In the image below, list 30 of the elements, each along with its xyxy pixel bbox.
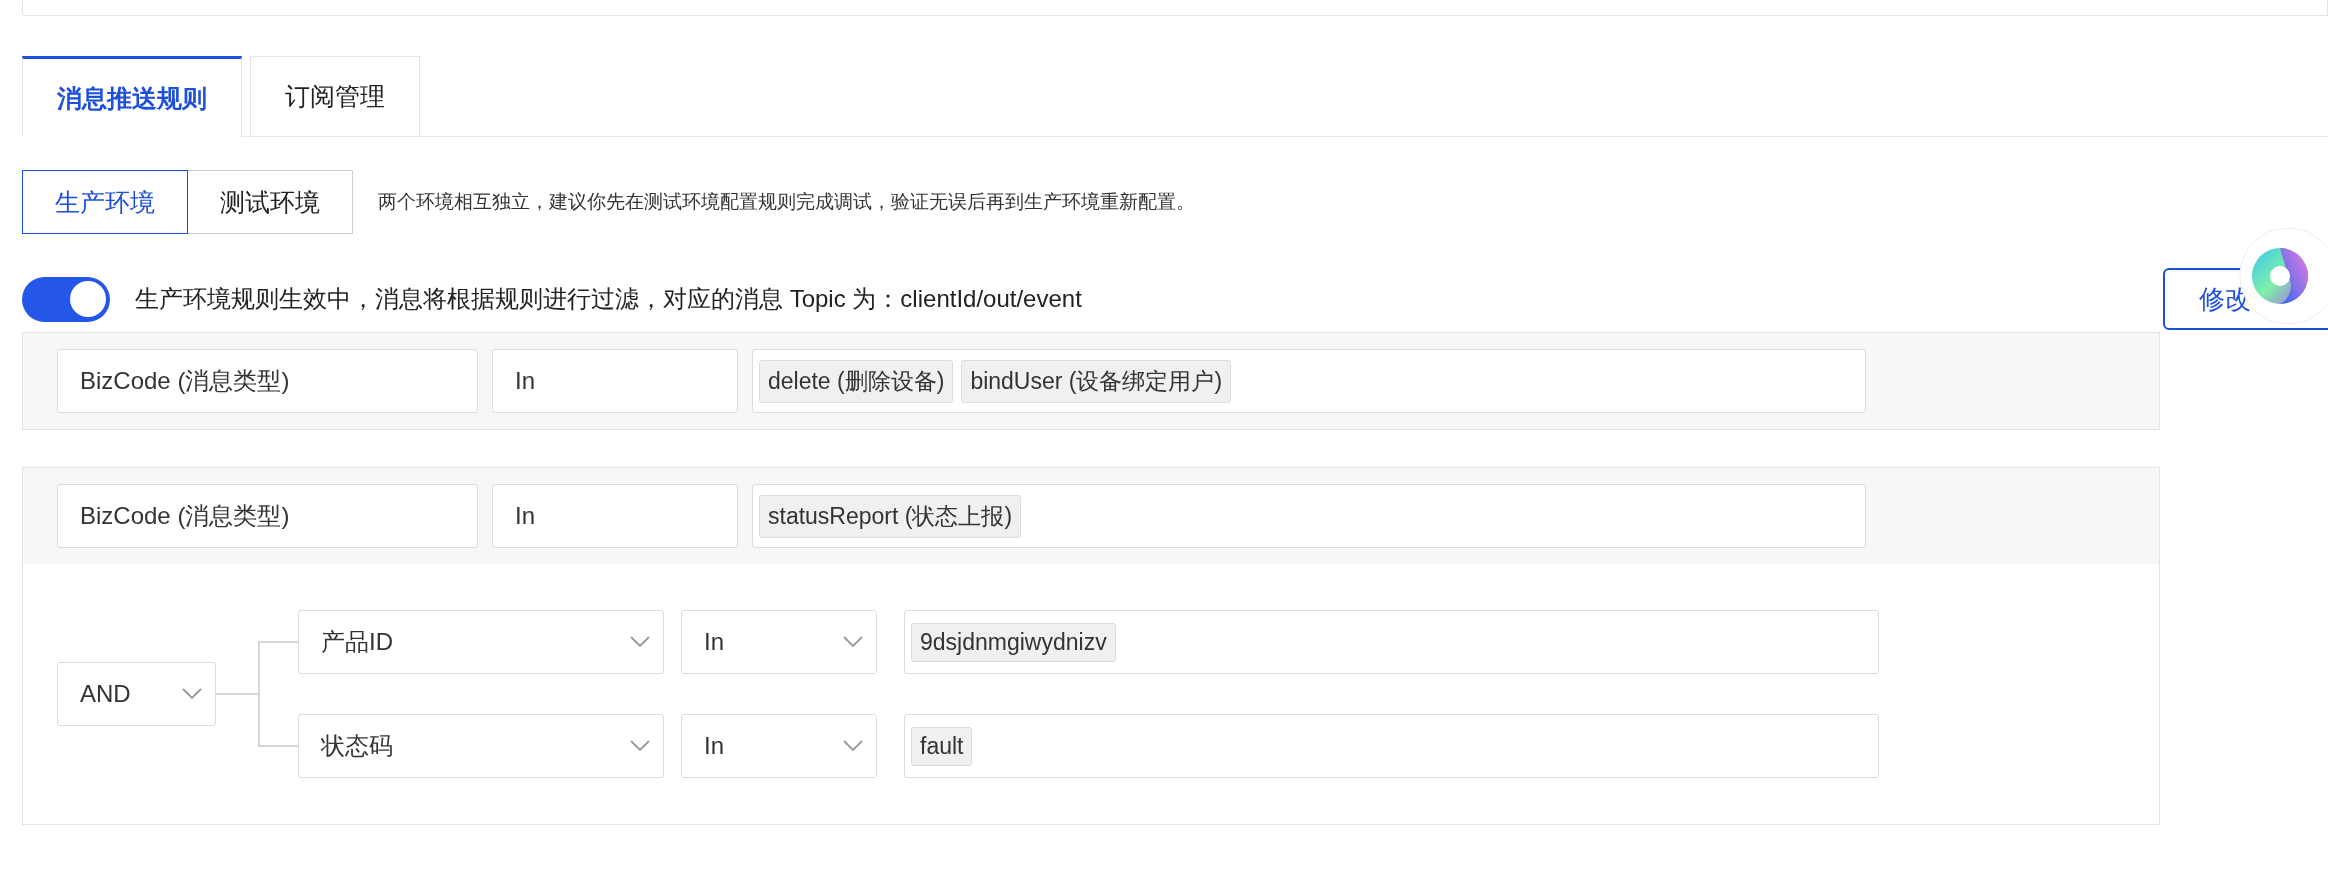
field-select[interactable]: 产品ID <box>298 610 664 674</box>
value-tag: bindUser (设备绑定用户) <box>961 359 1232 403</box>
chevron-down-icon <box>842 635 864 649</box>
values-field[interactable]: delete (删除设备) bindUser (设备绑定用户) <box>752 349 1866 413</box>
chevron-down-icon <box>629 635 651 649</box>
rule-toggle[interactable] <box>22 276 110 322</box>
chevron-down-icon <box>842 739 864 753</box>
values-field[interactable]: 9dsjdnmgiwydnizv <box>904 610 1879 674</box>
tab[interactable]: 订阅管理 <box>250 56 420 136</box>
environment-button[interactable]: 生产环境 <box>22 170 188 234</box>
operator-select[interactable]: In <box>681 714 877 778</box>
tab[interactable]: 消息推送规则 <box>22 56 242 137</box>
chevron-down-icon <box>629 739 651 753</box>
value-tag: delete (删除设备) <box>759 359 954 403</box>
operator-input[interactable]: In <box>492 484 738 548</box>
field-input[interactable]: BizCode (消息类型) <box>57 349 478 413</box>
field-input[interactable]: BizCode (消息类型) <box>57 484 478 548</box>
field-select[interactable]: 状态码 <box>298 714 664 778</box>
logic-select[interactable]: AND <box>57 662 216 726</box>
operator-select[interactable]: In <box>681 610 877 674</box>
rule-status-text: 生产环境规则生效中，消息将根据规则进行过滤，对应的消息 Topic 为：clientId/out/event <box>135 284 1083 314</box>
chevron-down-icon <box>181 687 203 701</box>
operator-input[interactable]: In <box>492 349 738 413</box>
value-tag: fault <box>911 726 973 766</box>
environment-hint: 两个环境相互独立，建议你先在测试环境配置规则完成调试，验证无误后再到生产环境重新配置。 <box>378 190 1195 214</box>
environment-button[interactable]: 测试环境 <box>187 170 353 234</box>
value-tag: 9dsjdnmgiwydnizv <box>911 622 1116 662</box>
values-field[interactable]: statusReport (状态上报) <box>752 484 1866 548</box>
value-tag: statusReport (状态上报) <box>759 494 1022 538</box>
values-field[interactable]: fault <box>904 714 1879 778</box>
